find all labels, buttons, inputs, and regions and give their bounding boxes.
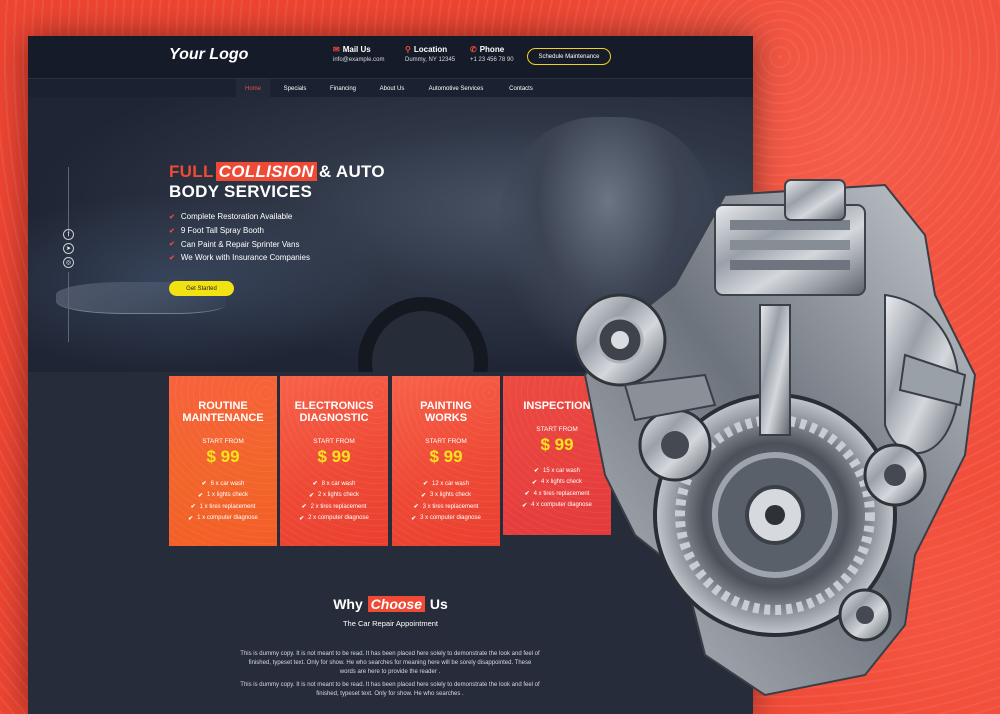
check-icon: ✔ <box>533 468 539 475</box>
list-item: ✔ 1 x lights check <box>197 492 249 499</box>
pricing-feature-list: ✔ 12 x car wash ✔ 3 x lights check ✔ 3 x ti… <box>392 478 500 524</box>
top-header: Your Logo ✉ Mail Us info@example.com ⚲ Loc… <box>28 36 753 78</box>
nav-contacts[interactable]: Contacts <box>501 79 541 98</box>
check-icon: ✔ <box>308 492 314 499</box>
list-item: ✔ 2 x lights check <box>308 492 360 499</box>
contact-location-value: Dummy, NY 12345 <box>405 57 456 63</box>
check-icon: ✔ <box>299 515 305 522</box>
list-item: ✔ 12 x car wash <box>422 480 470 488</box>
nav-about-us[interactable]: About Us <box>372 79 412 98</box>
check-icon: ✔ <box>413 504 419 511</box>
check-icon: ✔ <box>188 515 194 522</box>
contact-mail-title: Mail Us <box>342 45 371 54</box>
nav-specials[interactable]: Specials <box>276 79 314 98</box>
hero-feature-text: Can Paint & Repair Sprinter Vans <box>180 239 300 249</box>
phone-icon: ✆ <box>470 45 477 54</box>
facebook-icon[interactable]: f <box>63 229 74 240</box>
pricing-start-label: START FROM <box>313 438 355 445</box>
site-logo[interactable]: Your Logo <box>169 46 248 64</box>
check-icon: ✔ <box>169 241 175 249</box>
pricing-card-electronics-diagnostic[interactable]: ELECTRONICS DIAGNOSTIC START FROM $ 99 ✔ 8… <box>280 376 388 546</box>
pricing-price: $ 99 <box>206 447 240 466</box>
check-icon: ✔ <box>169 254 175 262</box>
social-divider-bottom <box>68 272 69 342</box>
pricing-price: $ 99 <box>317 447 351 466</box>
check-icon: ✔ <box>201 481 207 488</box>
hero-feature-list: ✔ Complete Restoration Available ✔ 9 Foot … <box>169 210 310 265</box>
hero-feature-text: 9 Foot Tall Spray Booth <box>180 226 264 236</box>
engine-body <box>573 179 977 697</box>
envelope-icon: ✉ <box>333 45 340 54</box>
hero-feature-text: We Work with Insurance Companies <box>180 253 310 263</box>
why-paragraph-2: This is dummy copy. It is not meant to b… <box>240 682 540 697</box>
schedule-maintenance-button[interactable]: Schedule Maintenance <box>527 48 611 65</box>
pricing-feature-list: ✔ 8 x car wash ✔ 2 x lights check ✔ 2 x tir… <box>280 478 388 524</box>
nav-home[interactable]: Home <box>236 79 270 98</box>
nav-financing[interactable]: Financing <box>322 79 364 98</box>
map-pin-icon: ⚲ <box>405 45 411 54</box>
list-item: ✔ 3 x lights check <box>420 492 472 499</box>
check-icon: ✔ <box>422 481 428 488</box>
list-item: ✔ 2 x computer diagnose <box>299 515 369 522</box>
check-icon: ✔ <box>197 492 203 499</box>
telegram-icon[interactable]: ➤ <box>63 243 74 254</box>
contact-phone-title: Phone <box>479 45 505 54</box>
pricing-card-painting-works[interactable]: PAINTING WORKS START FROM $ 99 ✔ 12 x car … <box>392 376 500 546</box>
check-icon: ✔ <box>411 515 417 522</box>
contact-phone-value[interactable]: +1 23 456 78 90 <box>470 57 514 63</box>
list-item: ✔ 1 x tires replacement <box>190 503 256 511</box>
pricing-card-title: PAINTING WORKS <box>420 400 472 424</box>
car-engine-image <box>573 179 977 697</box>
check-icon: ✔ <box>301 504 307 511</box>
pricing-card-title: ROUTINE MAINTENANCE <box>182 400 264 424</box>
hero-feature-text: Complete Restoration Available <box>180 212 293 222</box>
hero-feature-item: ✔ 9 Foot Tall Spray Booth <box>169 224 310 238</box>
hero-feature-item: ✔ We Work with Insurance Companies <box>169 251 310 265</box>
contact-mail: ✉ Mail Us info@example.com <box>333 45 384 63</box>
check-icon: ✔ <box>524 491 530 498</box>
check-icon: ✔ <box>169 213 175 221</box>
hero-title-highlight: COLLISION <box>215 162 317 181</box>
contact-mail-value[interactable]: info@example.com <box>333 57 384 63</box>
hero-feature-item: ✔ Can Paint & Repair Sprinter Vans <box>169 237 310 251</box>
contact-location-title: Location <box>413 45 448 54</box>
contact-phone: ✆ Phone +1 23 456 78 90 <box>470 45 514 63</box>
list-item: ✔ 3 x computer diagnose <box>411 515 481 522</box>
pricing-start-label: START FROM <box>202 438 244 445</box>
pricing-start-label: START FROM <box>425 438 467 445</box>
social-divider-top <box>68 167 69 237</box>
check-icon: ✔ <box>522 502 528 509</box>
hero-title-part1: FULL <box>169 162 214 181</box>
main-nav: Home Specials Financing About Us Automot… <box>28 78 753 98</box>
contact-location: ⚲ Location Dummy, NY 12345 <box>405 45 455 63</box>
pricing-price: $ 99 <box>429 447 463 466</box>
hero-title-line2: BODY SERVICES <box>169 182 313 201</box>
pricing-card-title: ELECTRONICS DIAGNOSTIC <box>294 400 374 424</box>
pricing-feature-list: ✔ 6 x car wash ✔ 1 x lights check ✔ 1 x tir… <box>169 478 277 524</box>
hero-feature-item: ✔ Complete Restoration Available <box>169 210 310 224</box>
pricing-card-routine-maintenance[interactable]: ROUTINE MAINTENANCE START FROM $ 99 ✔ 6 x … <box>169 376 277 546</box>
hero-title: FULL COLLISION & AUTO BODY SERVICES <box>169 162 385 202</box>
list-item: ✔ 6 x car wash <box>201 480 245 488</box>
hero-title-part2: & AUTO <box>318 162 385 181</box>
get-started-button[interactable]: Get Started <box>169 281 234 296</box>
list-item: ✔ 2 x tires replacement <box>301 503 367 511</box>
instagram-icon[interactable]: ◎ <box>63 257 74 268</box>
list-item: ✔ 1 x computer diagnose <box>188 515 258 522</box>
why-paragraph-1: This is dummy copy. It is not meant to b… <box>240 651 540 675</box>
check-icon: ✔ <box>169 227 175 235</box>
check-icon: ✔ <box>420 492 426 499</box>
list-item: ✔ 8 x car wash <box>312 480 356 488</box>
nav-automotive-services[interactable]: Automotive Services <box>420 79 492 98</box>
check-icon: ✔ <box>531 479 537 486</box>
check-icon: ✔ <box>312 481 318 488</box>
list-item: ✔ 3 x tires replacement <box>413 503 479 511</box>
check-icon: ✔ <box>190 504 196 511</box>
